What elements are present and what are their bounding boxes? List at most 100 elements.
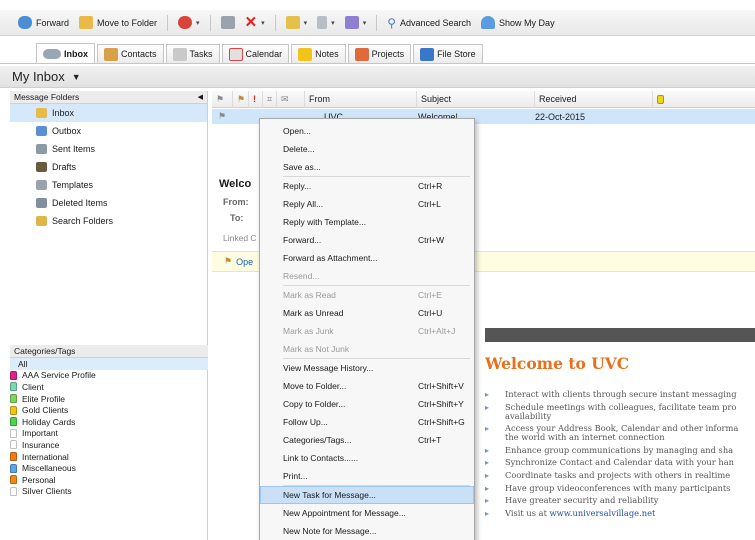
menu-item-forward-as-attachment[interactable]: Forward as Attachment... xyxy=(260,249,474,267)
column-subject[interactable]: Subject xyxy=(416,90,534,108)
tab-contacts[interactable]: Contacts xyxy=(97,44,164,63)
search-folder-icon xyxy=(36,216,47,226)
category-item-miscellaneous[interactable]: Miscellaneous xyxy=(10,462,208,474)
read-status-column-icon[interactable]: ✉ xyxy=(276,90,304,108)
tab-projects[interactable]: Projects xyxy=(347,44,412,63)
folder-label: Sent Items xyxy=(52,144,96,154)
menu-item-follow-up[interactable]: Follow Up... Ctrl+Shift+G xyxy=(260,413,474,431)
category-item-all[interactable]: All xyxy=(10,358,208,370)
move-to-folder-button[interactable]: Move to Folder xyxy=(75,13,161,33)
menu-item-label: Follow Up... xyxy=(283,417,328,427)
menu-item-label: Forward... xyxy=(283,235,322,245)
folder-item-sent-items[interactable]: Sent Items xyxy=(10,140,207,158)
menu-item-reply-with-template[interactable]: Reply with Template... xyxy=(260,213,474,231)
email-link[interactable]: www.universalvillage.net xyxy=(550,508,656,518)
folder-item-inbox[interactable]: Inbox xyxy=(10,104,207,122)
menu-item-forward[interactable]: Forward... Ctrl+W xyxy=(260,231,474,249)
folders-header: Message Folders ◀ xyxy=(10,91,207,104)
priority-column-icon[interactable]: ! xyxy=(248,90,262,108)
category-item-personal[interactable]: Personal xyxy=(10,474,208,486)
menu-item-save-as[interactable]: Save as... xyxy=(260,158,474,176)
folder-item-outbox[interactable]: Outbox xyxy=(10,122,207,140)
tab-notes[interactable]: Notes xyxy=(291,44,346,63)
menu-item-link-to-contacts[interactable]: Link to Contacts...... xyxy=(260,449,474,467)
menu-item-label: Print... xyxy=(283,471,308,481)
chevron-down-icon[interactable]: ▾ xyxy=(363,19,367,27)
menu-item-delete[interactable]: Delete... xyxy=(260,140,474,158)
chevron-down-icon[interactable]: ▾ xyxy=(304,19,308,27)
menu-item-new-appointment-for-message[interactable]: New Appointment for Message... xyxy=(260,504,474,522)
my-day-icon xyxy=(481,16,496,29)
category-label: Elite Profile xyxy=(22,393,65,404)
open-link[interactable]: Ope xyxy=(236,257,253,267)
menu-item-open[interactable]: Open... xyxy=(260,122,474,140)
category-item-holiday-cards[interactable]: Holiday Cards xyxy=(10,416,208,428)
preview-title: Welco xyxy=(219,178,252,190)
folder-item-drafts[interactable]: Drafts xyxy=(10,158,207,176)
category-item-client[interactable]: Client xyxy=(10,381,208,393)
tab-calendar[interactable]: Calendar xyxy=(221,44,290,63)
category-item-silver-clients[interactable]: Silver Clients xyxy=(10,486,208,498)
column-received[interactable]: Received xyxy=(534,90,652,108)
menu-item-mark-as-not-junk: Mark as Not Junk xyxy=(260,340,474,358)
menu-item-reply[interactable]: Reply... Ctrl+R xyxy=(260,177,474,195)
email-bullet: Have greater security and reliability xyxy=(485,496,755,506)
menu-item-shortcut: Ctrl+R xyxy=(418,181,443,191)
flag-icon xyxy=(344,16,359,29)
new-folder-button[interactable]: ▾ xyxy=(282,13,312,33)
show-my-day-button[interactable]: Show My Day xyxy=(477,13,559,33)
tab-inbox[interactable]: Inbox xyxy=(36,43,95,63)
menu-item-print[interactable]: Print... xyxy=(260,467,474,485)
projects-icon xyxy=(354,47,369,61)
menu-item-new-note-for-message[interactable]: New Note for Message... xyxy=(260,522,474,540)
menu-item-label: Delete... xyxy=(283,144,315,154)
tab-file-store[interactable]: File Store xyxy=(413,44,483,63)
menu-item-copy-to-folder[interactable]: Copy to Folder... Ctrl+Shift+Y xyxy=(260,395,474,413)
folder-item-templates[interactable]: Templates xyxy=(10,176,207,194)
flag-column-icon[interactable]: ⚑ xyxy=(212,91,232,108)
chevron-down-icon[interactable]: ▾ xyxy=(196,19,200,27)
view-selector[interactable]: My Inbox ▼ xyxy=(0,66,755,88)
tab-tasks[interactable]: Tasks xyxy=(165,44,220,63)
menu-item-categories-tags[interactable]: Categories/Tags... Ctrl+T xyxy=(260,431,474,449)
column-from[interactable]: From xyxy=(304,90,416,108)
menu-item-new-task-for-message[interactable]: New Task for Message... xyxy=(260,486,474,504)
category-column-icon[interactable] xyxy=(652,90,755,108)
category-list: All AAA Service Profile Client Elite Profil… xyxy=(10,358,208,497)
collapse-arrow-icon[interactable]: ◀ xyxy=(198,91,203,104)
category-item-insurance[interactable]: Insurance xyxy=(10,439,208,451)
tag-icon xyxy=(10,370,17,380)
menu-item-resend: Resend... xyxy=(260,267,474,285)
notes-icon xyxy=(298,47,313,61)
category-item-gold-clients[interactable]: Gold Clients xyxy=(10,404,208,416)
category-item-important[interactable]: Important xyxy=(10,428,208,440)
menu-item-label: Reply All... xyxy=(283,199,324,209)
outbox-icon xyxy=(36,126,47,136)
advanced-search-button[interactable]: ⚲ Advanced Search xyxy=(383,13,475,33)
menu-item-view-message-history[interactable]: View Message History... xyxy=(260,359,474,377)
chevron-down-icon[interactable]: ▾ xyxy=(261,19,265,27)
menu-item-label: Open... xyxy=(283,126,311,136)
refresh-button[interactable]: ▾ xyxy=(174,13,204,33)
category-item-aaa-service-profile[interactable]: AAA Service Profile xyxy=(10,370,208,382)
folder-item-search-folders[interactable]: Search Folders xyxy=(10,212,207,230)
follow-up-column-icon[interactable]: ⚑ xyxy=(232,90,248,108)
menu-item-label: New Note for Message... xyxy=(283,526,377,536)
folder-item-deleted-items[interactable]: Deleted Items xyxy=(10,194,207,212)
email-bullet-text: the world with an internet connection xyxy=(505,432,665,443)
menu-item-mark-as-unread[interactable]: Mark as Unread Ctrl+U xyxy=(260,304,474,322)
menu-item-label: Categories/Tags... xyxy=(283,435,352,445)
category-item-elite-profile[interactable]: Elite Profile xyxy=(10,393,208,405)
flag-button[interactable]: ▾ xyxy=(341,13,371,33)
attachment-column-icon[interactable]: ⌗ xyxy=(262,90,276,108)
chevron-down-icon[interactable]: ▾ xyxy=(331,19,335,27)
menu-item-label: Reply... xyxy=(283,181,312,191)
erase-button[interactable] xyxy=(217,13,239,33)
forward-button[interactable]: Forward xyxy=(14,13,73,33)
category-item-international[interactable]: International xyxy=(10,451,208,463)
attach-button[interactable]: ▾ xyxy=(313,13,339,33)
file-store-icon xyxy=(420,47,435,61)
menu-item-move-to-folder[interactable]: Move to Folder... Ctrl+Shift+V xyxy=(260,377,474,395)
menu-item-reply-all[interactable]: Reply All... Ctrl+L xyxy=(260,195,474,213)
delete-button[interactable]: ✕ ▾ xyxy=(241,13,269,33)
